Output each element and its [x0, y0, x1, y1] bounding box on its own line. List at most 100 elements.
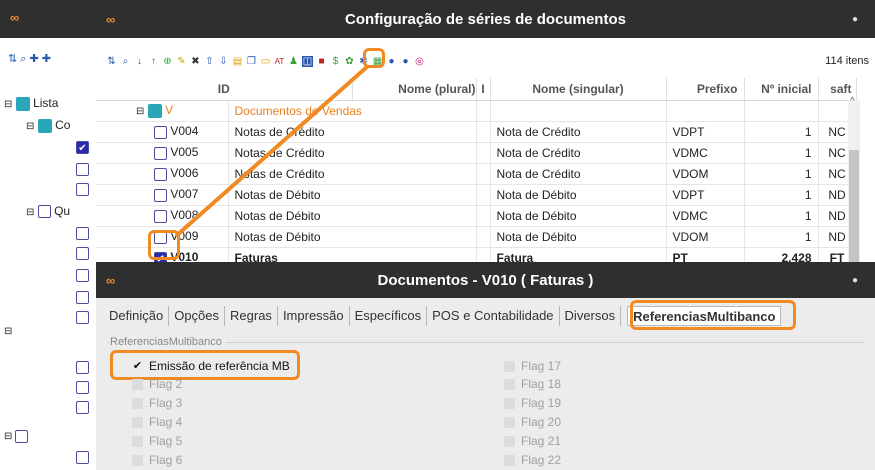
- row-initial: 1: [744, 226, 819, 248]
- tree-root[interactable]: ⊟ Lista: [4, 96, 58, 111]
- delete-icon[interactable]: ✖: [190, 56, 201, 67]
- flag-3[interactable]: Flag 3: [132, 395, 182, 411]
- column-header-plural[interactable]: Nome (plural): [352, 78, 477, 101]
- tab-regras[interactable]: Regras: [225, 306, 278, 326]
- folder-icon[interactable]: ▭: [260, 56, 271, 67]
- copy-icon[interactable]: ❐: [246, 56, 257, 67]
- flag-21[interactable]: Flag 21: [504, 433, 561, 449]
- columns-icon[interactable]: ◫: [302, 55, 313, 67]
- tree-checkbox[interactable]: [76, 268, 89, 283]
- table-row-group[interactable]: ⊟ V Documentos de Vendas: [96, 100, 857, 122]
- group-name: Documentos de Vendas: [228, 100, 477, 122]
- close-icon[interactable]: ●: [835, 14, 875, 25]
- row-name-plural: Notas de Débito: [228, 184, 477, 206]
- row-checkbox[interactable]: [154, 146, 167, 160]
- tab-pos-contabilidade[interactable]: POS e Contabilidade: [427, 306, 560, 326]
- document-icon[interactable]: ▤: [232, 56, 243, 67]
- tree-item[interactable]: ⊟ Co: [26, 118, 70, 133]
- search-icon[interactable]: ⌕: [120, 56, 131, 67]
- row-checkbox[interactable]: [154, 188, 167, 202]
- folder-icon: [37, 118, 52, 133]
- row-initial: 1: [744, 205, 819, 227]
- back-toolbar[interactable]: ⇅ ⌕ ✚ ✚: [8, 52, 51, 66]
- folder-icon: [147, 103, 162, 118]
- upload-icon[interactable]: ⇧: [204, 56, 215, 67]
- help-icon[interactable]: ●: [400, 56, 411, 67]
- tree-checkbox[interactable]: [76, 162, 89, 177]
- scrollbar-thumb[interactable]: [849, 150, 859, 262]
- tree-checkbox[interactable]: [76, 182, 89, 197]
- flag-6[interactable]: Flag 6: [132, 452, 182, 468]
- tree-checkbox[interactable]: [76, 310, 89, 325]
- column-header-initial[interactable]: Nº inicial: [744, 78, 819, 101]
- flag-20[interactable]: Flag 20: [504, 414, 561, 430]
- flag-19[interactable]: Flag 19: [504, 395, 561, 411]
- target-icon[interactable]: ◎: [414, 56, 425, 67]
- table-row[interactable]: V008 Notas de Débito Nota de Débito VDMC 1 ND: [96, 205, 857, 227]
- scroll-up-icon[interactable]: ^: [850, 96, 855, 107]
- tab-diversos[interactable]: Diversos: [560, 306, 622, 326]
- row-prefix: VDOM: [666, 163, 745, 185]
- table-row[interactable]: V005 Notas de Crédito Nota de Crédito VDMC 1…: [96, 142, 857, 164]
- tree-item-label: Co: [55, 118, 71, 132]
- window-title: Configuração de séries de documentos: [345, 10, 626, 28]
- row-prefix: VDMC: [666, 142, 745, 164]
- close-icon[interactable]: ●: [835, 275, 875, 286]
- flag-5[interactable]: Flag 5: [132, 433, 182, 449]
- tree-item[interactable]: ⊟ Qu: [26, 204, 70, 219]
- flag-2[interactable]: Flag 2: [132, 376, 182, 392]
- flag-4[interactable]: Flag 4: [132, 414, 182, 430]
- tree-expander[interactable]: ⊟: [4, 326, 12, 337]
- row-checkbox[interactable]: [154, 125, 167, 139]
- flag-22[interactable]: Flag 22: [504, 452, 561, 468]
- tree-checkbox[interactable]: [76, 290, 89, 305]
- tab-impressao[interactable]: Impressão: [278, 306, 350, 326]
- edit-icon[interactable]: ✎: [176, 56, 187, 67]
- info-icon[interactable]: ●: [386, 56, 397, 67]
- arrow-up-icon[interactable]: ↑: [148, 56, 159, 67]
- row-checkbox[interactable]: [154, 167, 167, 181]
- money-icon[interactable]: $: [330, 56, 341, 67]
- table-row[interactable]: V007 Notas de Débito Nota de Débito VDPT 1 ND: [96, 184, 857, 206]
- table-row[interactable]: V009 Notas de Débito Nota de Débito VDOM 1 ND: [96, 226, 857, 248]
- tree-item-label: Lista: [33, 96, 59, 110]
- flag-18[interactable]: Flag 18: [504, 376, 561, 392]
- column-header-id[interactable]: ID: [96, 78, 353, 101]
- arrow-down-icon[interactable]: ↓: [134, 56, 145, 67]
- row-checkbox[interactable]: [154, 209, 167, 223]
- download-icon[interactable]: ⇩: [218, 56, 229, 67]
- tree-checkbox[interactable]: [76, 360, 89, 375]
- app-logo: ∞: [10, 10, 19, 25]
- tree-checkbox[interactable]: [76, 450, 89, 465]
- row-name-plural: Notas de Débito: [228, 205, 477, 227]
- tree-checkbox[interactable]: [76, 246, 89, 261]
- table-row[interactable]: V006 Notas de Crédito Nota de Crédito VDOM 1…: [96, 163, 857, 185]
- text-icon[interactable]: AT: [274, 56, 285, 67]
- tree-checkbox[interactable]: [76, 140, 89, 155]
- settings-icon[interactable]: ✿: [344, 56, 355, 67]
- column-header-sep[interactable]: I: [476, 78, 491, 101]
- background-window: ∞ ⇅ ⌕ ✚ ✚ ⊟ Lista ⊟ Co ⊟ Qu ⊟ ⊟: [0, 0, 110, 470]
- tree-checkbox[interactable]: [76, 380, 89, 395]
- row-initial: 1: [744, 121, 819, 143]
- add-icon[interactable]: ⊕: [162, 56, 173, 67]
- tree-expander[interactable]: ⊟: [4, 430, 29, 443]
- group-id: V: [165, 103, 174, 118]
- folder-icon: [15, 96, 30, 111]
- tab-opcoes[interactable]: Opções: [169, 306, 226, 326]
- tab-especificos[interactable]: Específicos: [350, 306, 428, 326]
- highlight-tab: [630, 300, 796, 330]
- user-icon[interactable]: ♟: [288, 56, 299, 67]
- stop-icon[interactable]: ■: [316, 56, 327, 67]
- tab-definicao[interactable]: Definição: [104, 306, 170, 326]
- sort-icon[interactable]: ⇅: [106, 56, 117, 67]
- background-titlebar: ∞: [0, 0, 109, 38]
- table-row[interactable]: V004 Notas de Crédito Nota de Crédito VDPT 1…: [96, 121, 857, 143]
- column-header-prefix[interactable]: Prefixo: [666, 78, 745, 101]
- row-name-singular: Nota de Débito: [490, 205, 667, 227]
- row-id: V007: [170, 187, 199, 202]
- tree-checkbox[interactable]: [76, 400, 89, 415]
- flag-17[interactable]: Flag 17: [504, 358, 561, 374]
- column-header-singular[interactable]: Nome (singular): [490, 78, 667, 101]
- tree-checkbox[interactable]: [76, 226, 89, 241]
